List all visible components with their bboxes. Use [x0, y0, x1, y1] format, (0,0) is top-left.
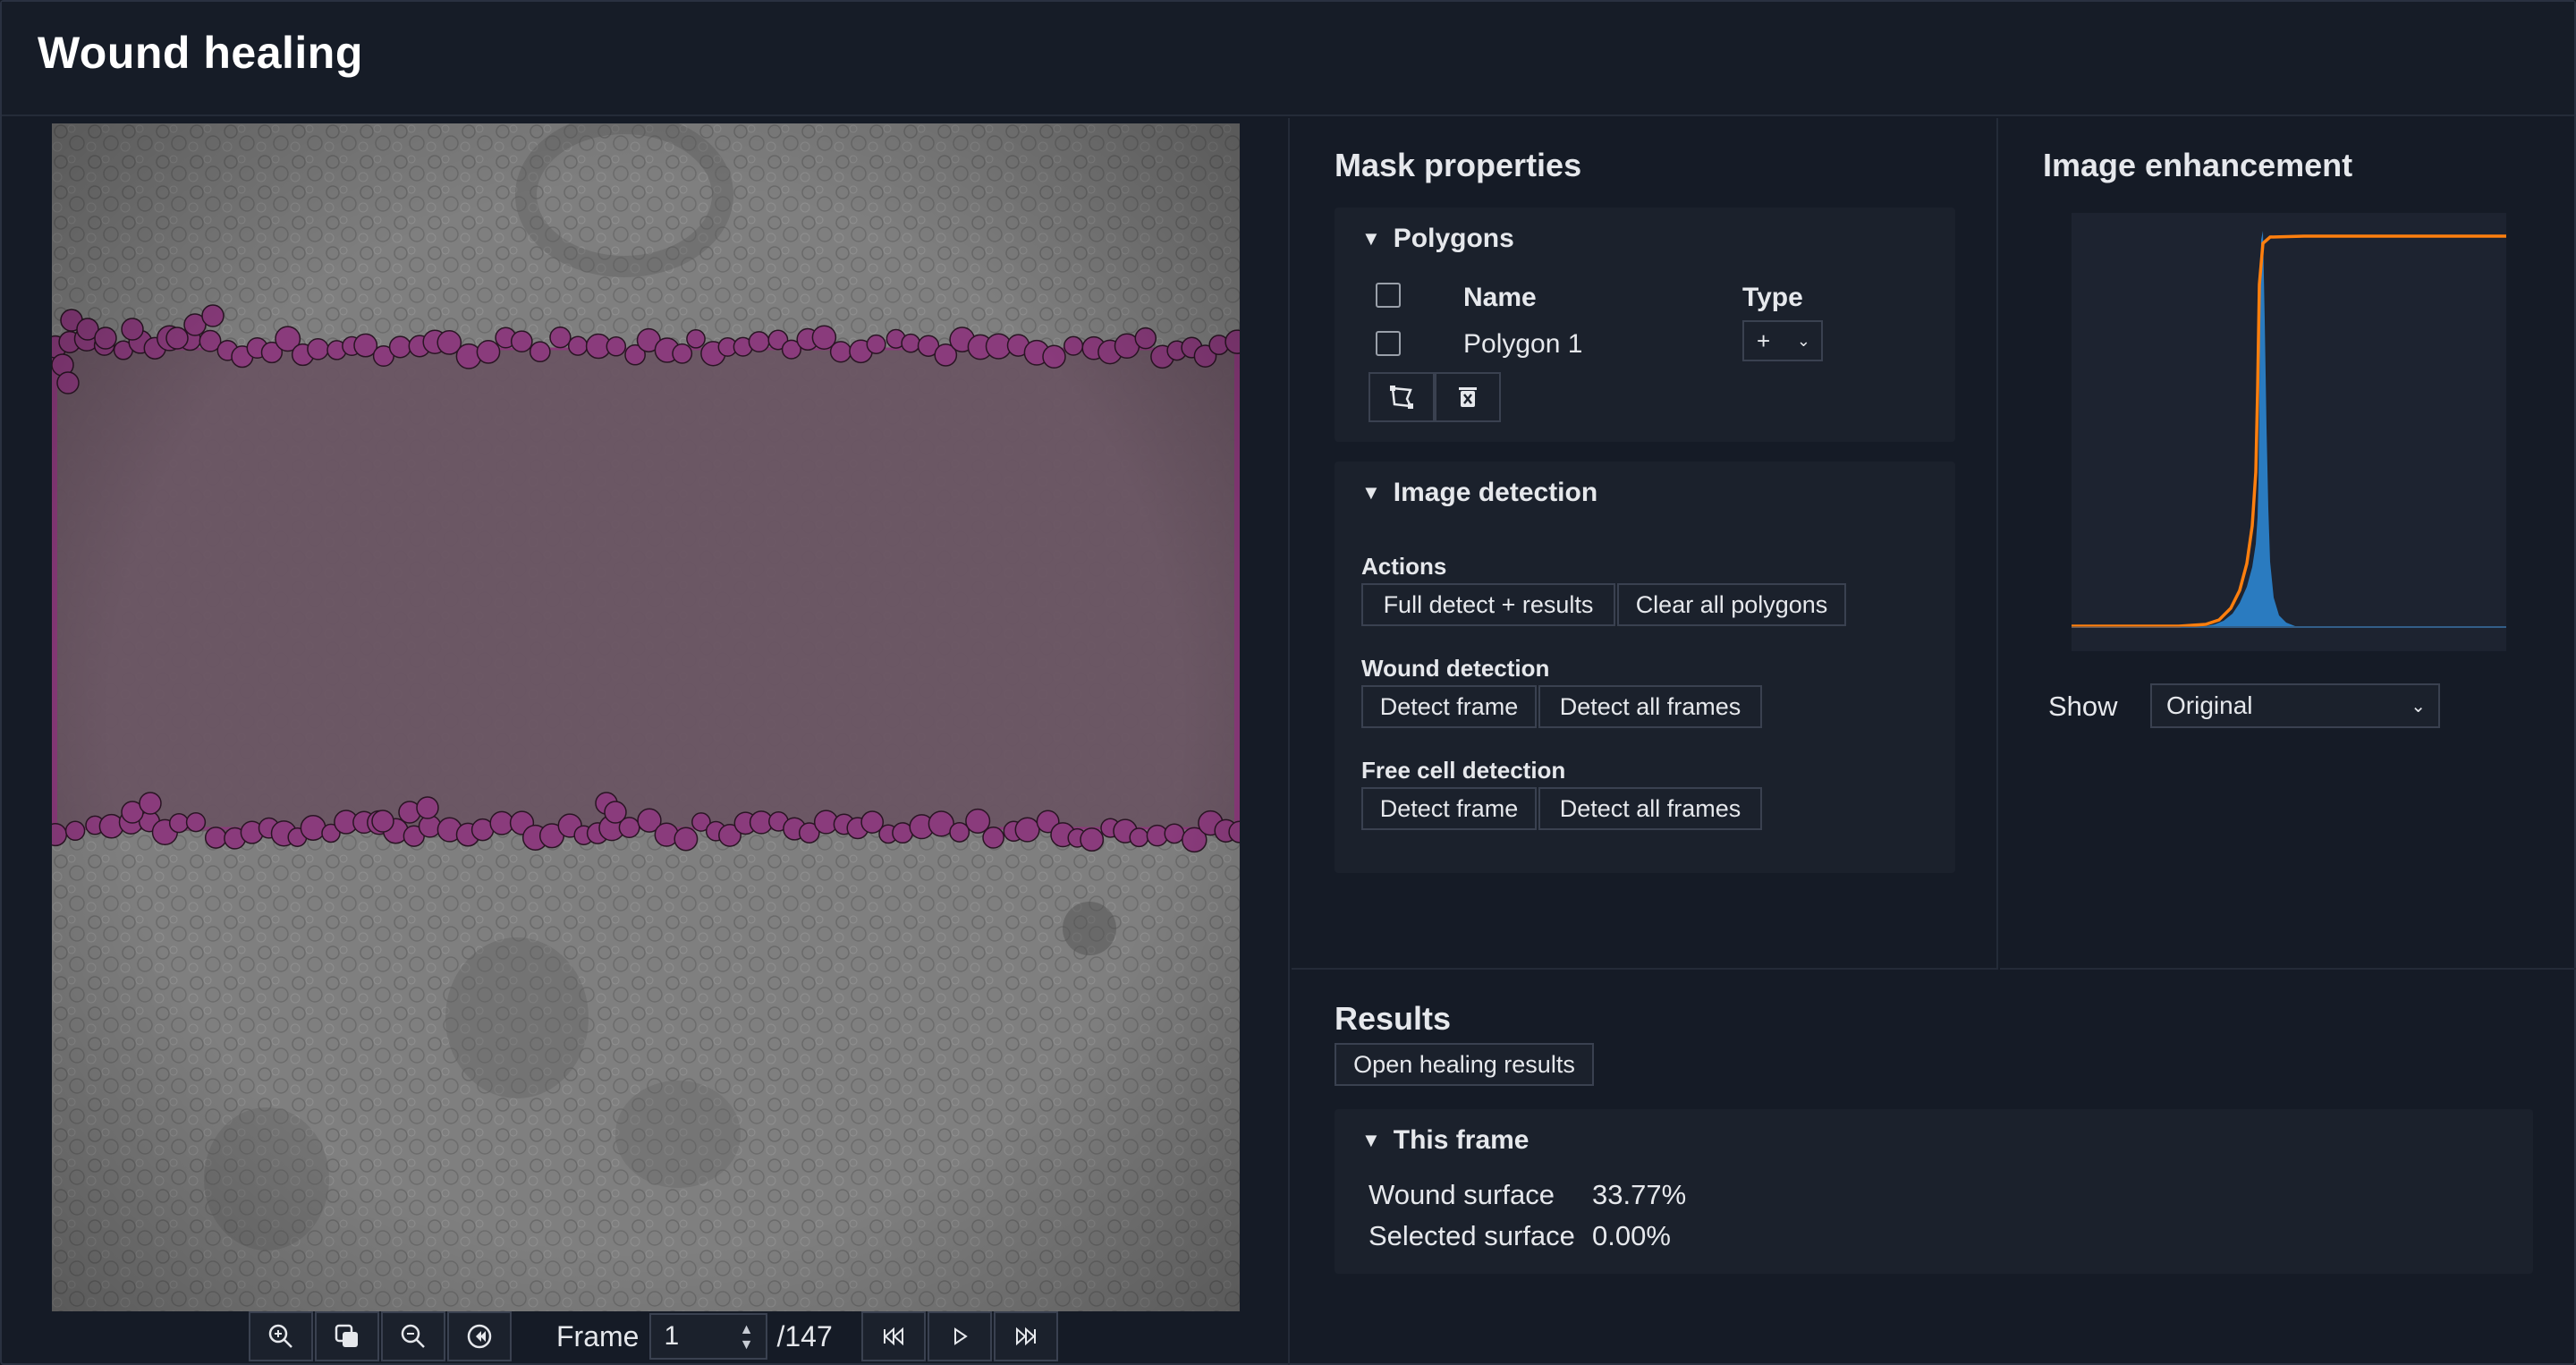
polygons-group: ▼ Polygons Name Type Polygon 1 + ⌄ — [1335, 208, 1955, 442]
show-label: Show — [2048, 691, 2118, 722]
fit-view-button[interactable] — [315, 1311, 379, 1361]
caret-down-icon: ▼ — [1361, 481, 1381, 504]
caret-down-icon: ▼ — [1361, 1129, 1381, 1151]
zoom-out-icon — [401, 1324, 425, 1348]
results-title: Results — [1335, 1000, 1452, 1037]
frame-number-input[interactable]: 1 ▲ ▼ — [649, 1313, 768, 1360]
zoom-in-button[interactable] — [249, 1311, 313, 1361]
zoom-out-button[interactable] — [381, 1311, 445, 1361]
image-enhancement-title: Image enhancement — [2043, 147, 2353, 183]
select-all-checkbox[interactable] — [1376, 283, 1401, 308]
frame-total: /147 — [776, 1319, 833, 1352]
selected-surface-value: 0.00% — [1592, 1220, 1671, 1251]
show-select[interactable]: Original ⌄ — [2150, 683, 2440, 728]
column-name: Name — [1463, 283, 1537, 312]
this-frame-heading: This frame — [1393, 1125, 1530, 1155]
skip-to-start-button[interactable] — [860, 1311, 926, 1361]
mask-properties-title: Mask properties — [1335, 147, 1582, 183]
full-detect-button[interactable]: Full detect + results — [1361, 583, 1615, 626]
skip-back-icon — [883, 1327, 903, 1346]
wound-detect-frame-button[interactable]: Detect frame — [1361, 685, 1537, 728]
mask-properties-panel: Mask properties ▼ Polygons Name Type Pol… — [1292, 118, 1998, 970]
show-select-value: Original — [2166, 691, 2253, 719]
app-window: Wound healing Frame 1 ▲ ▼ /147 Mask prop… — [0, 0, 2576, 1365]
polygons-header[interactable]: ▼ Polygons — [1361, 224, 1514, 254]
this-frame-group: ▼ This frame Wound surface 33.77% Select… — [1335, 1109, 2533, 1274]
image-enhancement-panel: Image enhancement Show Original ⌄ — [2000, 118, 2576, 970]
caret-down-icon: ▼ — [1361, 227, 1381, 250]
frame-stepper-icon[interactable]: ▲ ▼ — [740, 1322, 754, 1352]
free-detect-frame-button[interactable]: Detect frame — [1361, 787, 1537, 830]
polygon-row-checkbox[interactable] — [1376, 331, 1401, 356]
wound-surface-value: 33.77% — [1592, 1179, 1687, 1210]
draw-polygon-button[interactable] — [1368, 372, 1435, 422]
delete-polygon-button[interactable] — [1435, 372, 1501, 422]
app-title: Wound healing — [38, 28, 363, 78]
microscopy-canvas[interactable] — [52, 123, 1240, 1311]
selected-surface-label: Selected surface — [1368, 1220, 1575, 1251]
frame-number-value: 1 — [664, 1321, 680, 1351]
free-detect-all-button[interactable]: Detect all frames — [1538, 787, 1762, 830]
reset-view-button[interactable] — [447, 1311, 512, 1361]
polygon-name[interactable]: Polygon 1 — [1463, 329, 1582, 360]
skip-forward-icon — [1015, 1327, 1036, 1346]
play-icon — [953, 1327, 968, 1345]
polygon-type-value: + — [1757, 326, 1771, 354]
image-detection-group: ▼ Image detection Actions Full detect + … — [1335, 462, 1955, 873]
chevron-down-icon: ⌄ — [2411, 696, 2426, 716]
trash-icon — [1459, 387, 1477, 407]
play-button[interactable] — [927, 1311, 992, 1361]
wound-detection-label: Wound detection — [1361, 655, 1550, 682]
free-cell-detection-label: Free cell detection — [1361, 757, 1566, 784]
wound-surface-label: Wound surface — [1368, 1179, 1555, 1210]
title-bar: Wound healing — [2, 2, 2574, 116]
wound-detect-all-button[interactable]: Detect all frames — [1538, 685, 1762, 728]
image-viewer: Frame 1 ▲ ▼ /147 — [2, 118, 1290, 1365]
reset-icon — [467, 1324, 492, 1349]
microscopy-image — [52, 123, 1240, 1311]
histogram-chart — [2072, 231, 2506, 628]
histogram-plot[interactable] — [2072, 213, 2506, 651]
column-type: Type — [1742, 283, 1803, 312]
skip-to-end-button[interactable] — [993, 1311, 1058, 1361]
polygon-type-select[interactable]: + ⌄ — [1742, 320, 1823, 361]
viewer-toolbar: Frame 1 ▲ ▼ /147 — [249, 1311, 1060, 1361]
image-detection-header[interactable]: ▼ Image detection — [1361, 478, 1597, 508]
chevron-down-icon: ⌄ — [1796, 331, 1810, 350]
this-frame-header[interactable]: ▼ This frame — [1361, 1125, 1530, 1156]
actions-label: Actions — [1361, 553, 1447, 580]
clear-all-polygons-button[interactable]: Clear all polygons — [1617, 583, 1846, 626]
fit-icon — [335, 1324, 358, 1347]
zoom-in-icon — [268, 1324, 292, 1348]
results-panel: Results Open healing results ▼ This fram… — [1292, 971, 2576, 1365]
draw-polygon-icon — [1390, 386, 1413, 409]
polygons-heading: Polygons — [1393, 224, 1514, 253]
frame-label: Frame — [556, 1319, 640, 1352]
image-detection-heading: Image detection — [1393, 478, 1598, 507]
open-healing-results-button[interactable]: Open healing results — [1335, 1043, 1594, 1086]
